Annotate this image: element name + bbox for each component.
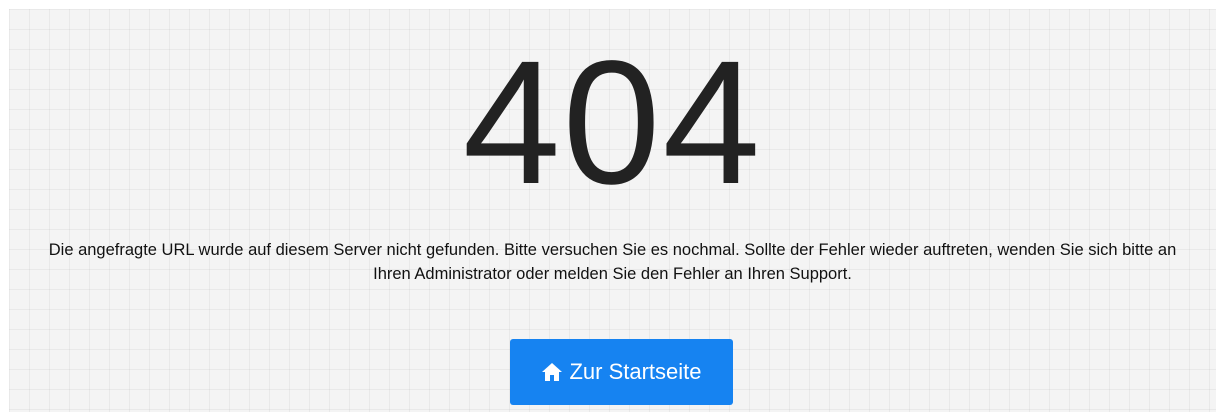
error-message: Die angefragte URL wurde auf diesem Serv… — [48, 241, 1177, 283]
home-button[interactable]: Zur Startseite — [510, 339, 733, 405]
home-button-label: Zur Startseite — [569, 359, 702, 384]
home-icon — [541, 362, 563, 382]
error-code: 404 — [462, 25, 763, 221]
error-page: 404 Die angefragte URL wurde auf diesem … — [9, 9, 1216, 412]
